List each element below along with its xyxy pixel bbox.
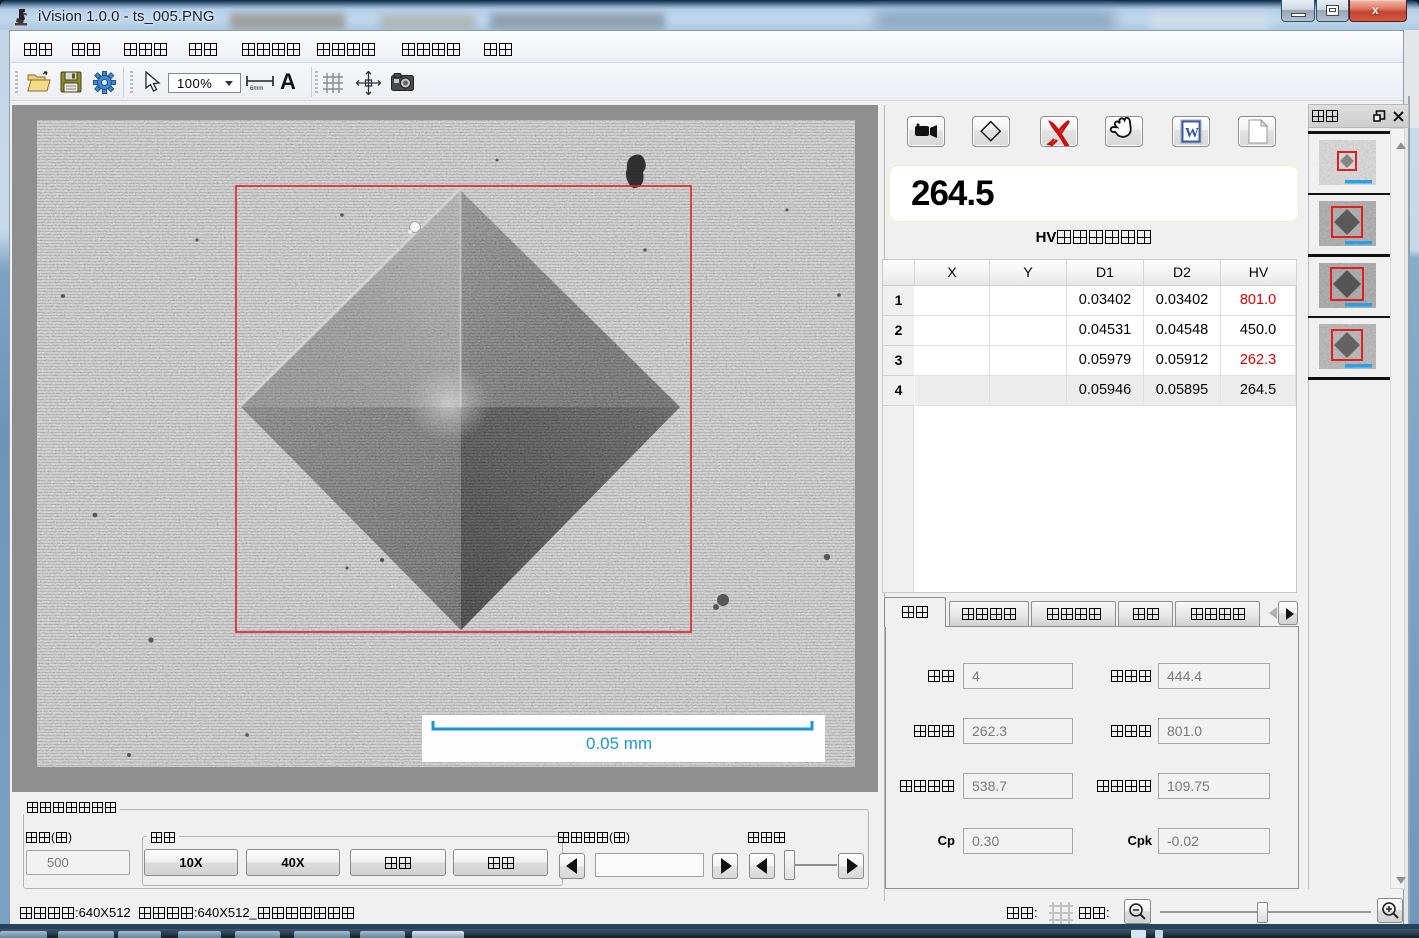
svg-text:W: W <box>1185 126 1199 141</box>
svg-text:6mm: 6mm <box>250 86 263 91</box>
svg-text:0.05 mm: 0.05 mm <box>586 734 652 753</box>
